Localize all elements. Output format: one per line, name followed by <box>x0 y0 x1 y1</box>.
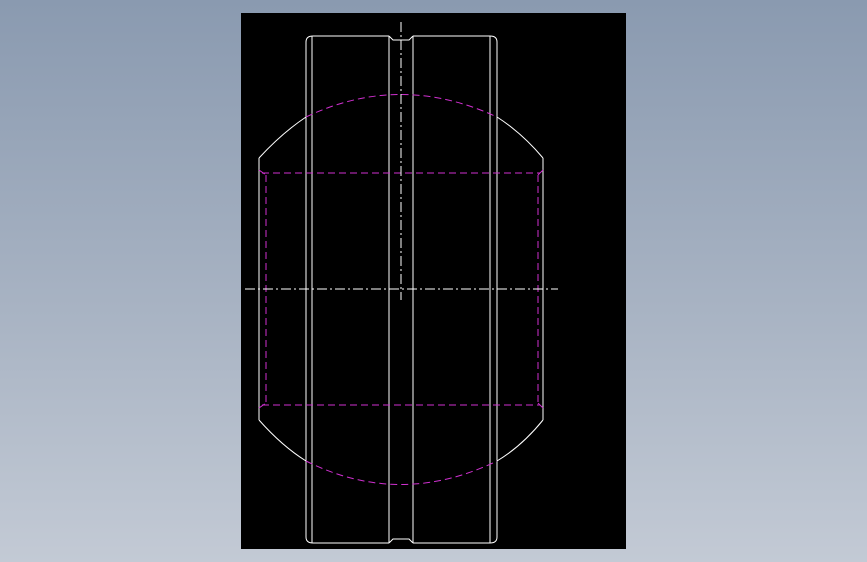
hidden-bottom-arc <box>305 460 498 485</box>
ball-bottom-right-arc <box>496 419 544 462</box>
centerlines <box>245 22 558 300</box>
slot-bottom-notch <box>388 538 414 544</box>
ball-top-right-arc <box>496 116 544 159</box>
ball-bottom-left-arc <box>258 419 307 462</box>
ball-top-left-arc <box>258 116 307 159</box>
cad-viewport[interactable] <box>241 13 626 549</box>
cad-drawing <box>245 22 558 544</box>
